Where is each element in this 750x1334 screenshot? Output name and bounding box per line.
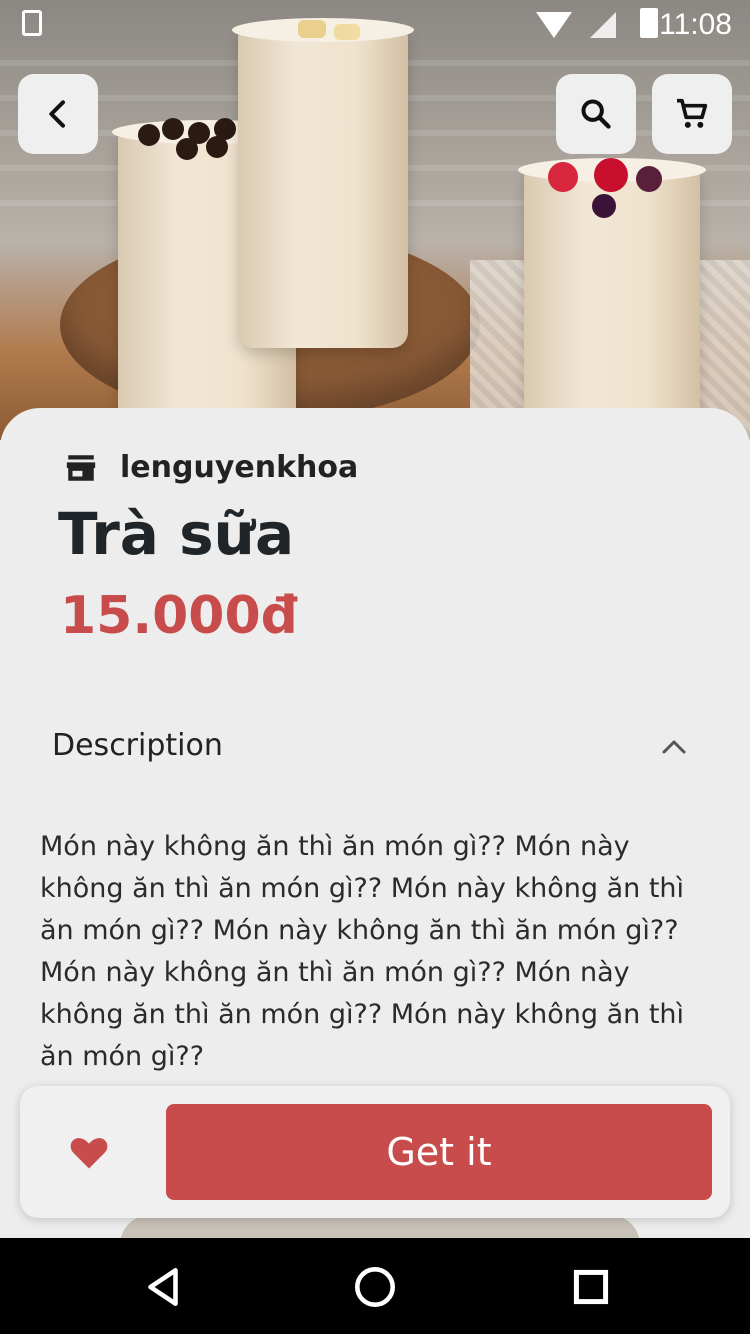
shopping-cart-icon [677, 98, 708, 128]
description-header[interactable]: Description [52, 728, 223, 763]
search-button[interactable] [556, 74, 636, 154]
battery-icon [640, 8, 658, 38]
cart-button[interactable] [652, 74, 732, 154]
product-hero-image [0, 0, 750, 440]
store-icon [64, 451, 98, 485]
arrow-left-icon [49, 100, 65, 128]
nav-home-icon[interactable] [350, 1262, 400, 1312]
product-title: Trà sữa [58, 500, 295, 568]
system-nav-bar [0, 1238, 750, 1334]
nav-recent-icon[interactable] [566, 1262, 616, 1312]
shop-row[interactable]: lenguyenkhoa [64, 450, 358, 485]
status-time: 11:08 [659, 8, 732, 41]
wifi-icon [536, 12, 572, 38]
signal-icon [590, 12, 616, 38]
notification-icon [22, 10, 42, 36]
status-bar: 11:08 [0, 0, 750, 48]
nav-back-icon[interactable] [138, 1262, 188, 1312]
description-text: Món này không ăn thì ăn món gì?? Món này… [40, 831, 685, 1072]
get-it-button[interactable]: Get it [166, 1104, 712, 1200]
product-price: 15.000đ [60, 586, 298, 646]
shop-name[interactable]: lenguyenkhoa [120, 450, 358, 485]
search-icon [581, 99, 611, 129]
back-button[interactable] [18, 74, 98, 154]
heart-icon[interactable] [66, 1130, 112, 1174]
chevron-up-icon[interactable] [660, 736, 688, 756]
